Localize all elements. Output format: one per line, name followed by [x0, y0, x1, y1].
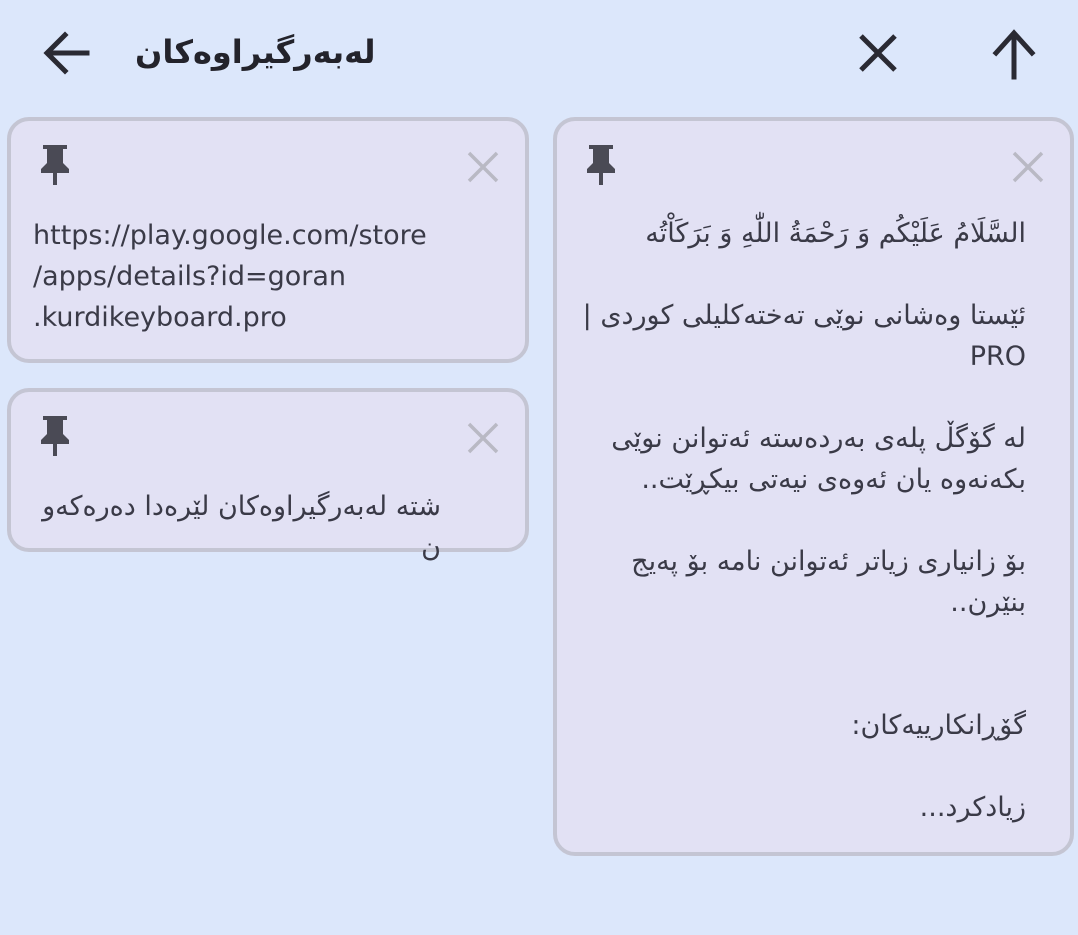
pin-icon[interactable]	[583, 143, 619, 187]
close-icon[interactable]	[1010, 149, 1046, 185]
clip-text: https://play.google.com/store /apps/deta…	[33, 220, 427, 333]
clip-card[interactable]: السَّلَامُ عَلَيْكُم وَ رَحْمَةُ اللّٰهِ…	[553, 117, 1074, 856]
back-button[interactable]	[35, 21, 99, 85]
clear-all-button[interactable]	[846, 21, 910, 85]
clip-card[interactable]: https://play.google.com/store /apps/deta…	[7, 117, 529, 363]
clip-text: السَّلَامُ عَلَيْكُم وَ رَحْمَةُ اللّٰهِ…	[582, 218, 1026, 823]
top-bar: لەبەرگیراوەکان	[0, 0, 1078, 108]
close-icon	[859, 34, 897, 72]
scroll-up-button[interactable]	[982, 21, 1046, 85]
pin-icon[interactable]	[37, 414, 73, 458]
close-icon[interactable]	[465, 149, 501, 185]
arrow-left-icon	[43, 31, 90, 75]
page-title: لەبەرگیراوەکان	[135, 33, 376, 71]
pin-icon[interactable]	[37, 143, 73, 187]
arrow-up-icon	[992, 29, 1036, 80]
clip-card[interactable]: شته لەبەرگیراوەکان لێرەدا دەرەکەون	[7, 388, 529, 563]
clip-text: شته لەبەرگیراوەکان لێرەدا دەرەکەون	[42, 491, 441, 563]
close-icon[interactable]	[465, 420, 501, 456]
clipboard-screen: لەبەرگیراوەکان https://play.google.com/s…	[0, 0, 1078, 935]
